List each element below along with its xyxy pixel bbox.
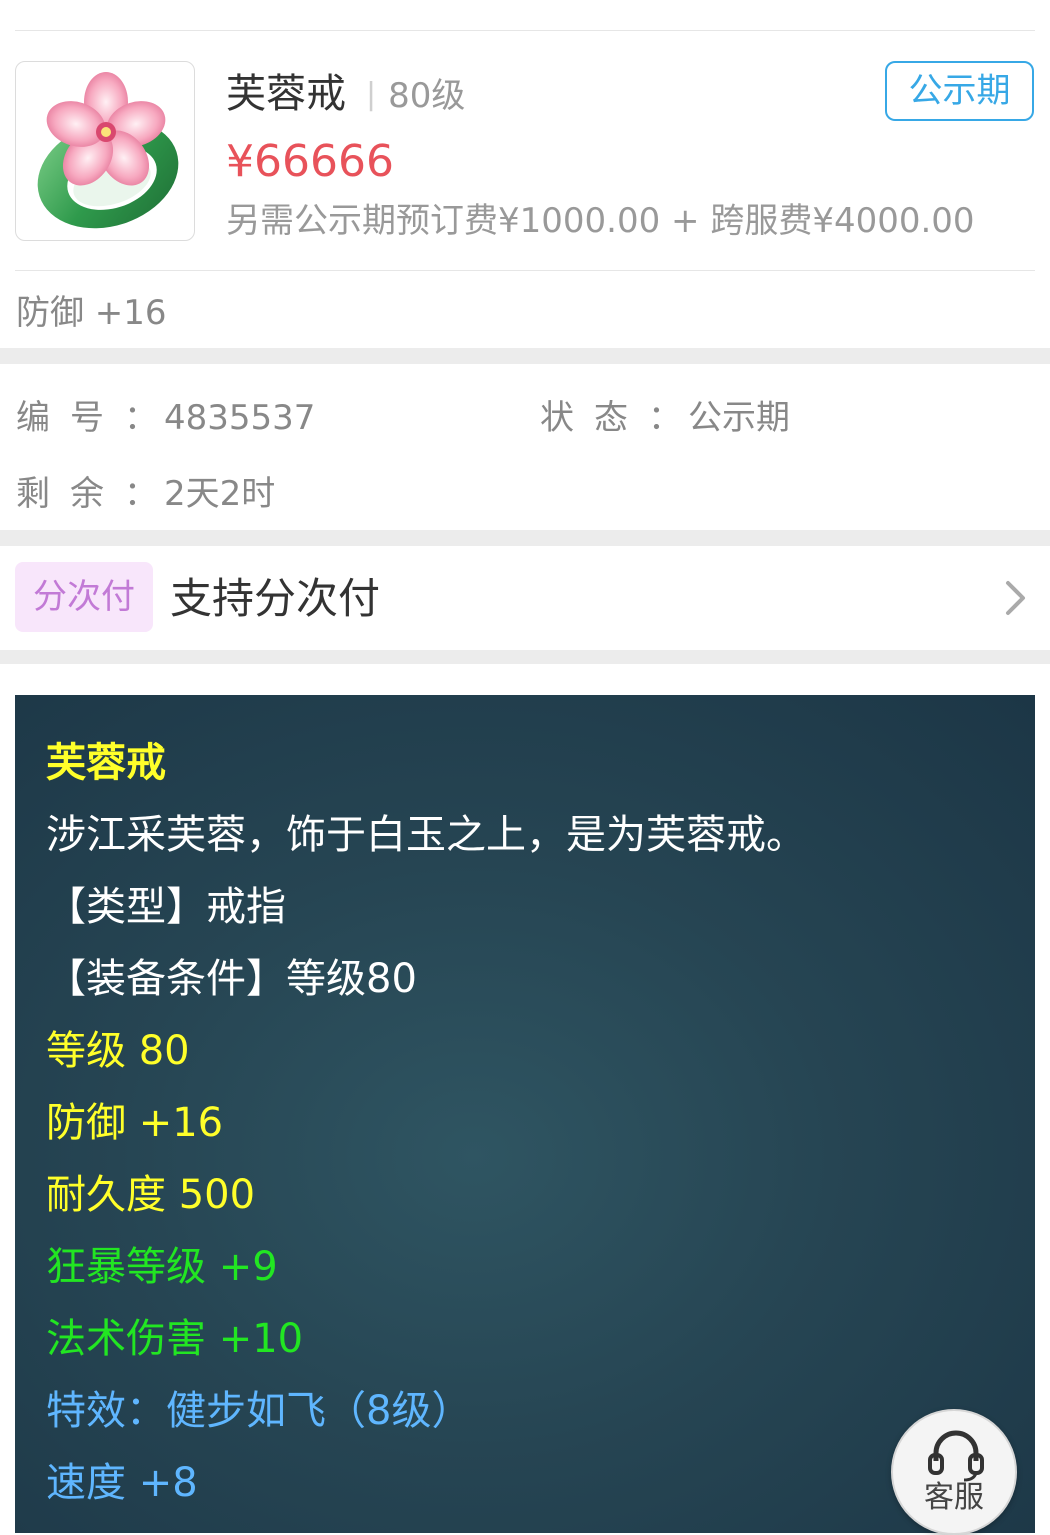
desc-stat-level: 等级 80 [46,1028,190,1074]
item-description-panel: 芙蓉戒 涉江采芙蓉，饰于白玉之上，是为芙蓉戒。 【类型】戒指 【装备条件】等级8… [15,695,1035,1533]
headset-icon [928,1430,984,1482]
customer-service-label: 客服 [924,1480,984,1515]
customer-service-button[interactable]: 客服 [891,1409,1017,1535]
section-gap [0,348,1050,364]
info-status-label: 状态 [540,398,648,438]
item-name: 芙蓉戒 [226,71,346,117]
info-remaining: 剩余： 2天2时 [16,474,276,514]
info-remaining-value: 2天2时 [164,474,276,514]
info-id: 编号： 4835537 [16,398,316,438]
item-price: ¥66666 [226,136,394,187]
desc-type: 【类型】戒指 [46,884,286,930]
item-title-row: 芙蓉戒 | 80级 [226,66,465,126]
desc-item-name: 芙蓉戒 [46,740,166,786]
installment-row[interactable] [0,546,1050,650]
desc-requirement: 【装备条件】等级80 [46,956,417,1002]
info-status-value: 公示期 [688,398,790,438]
desc-flavor-text: 涉江采芙蓉，饰于白玉之上，是为芙蓉戒。 [46,812,806,858]
desc-stat-berserk: 狂暴等级 +9 [46,1244,278,1290]
item-thumbnail[interactable] [15,61,195,241]
top-divider [15,30,1035,31]
attribute-summary: 防御 +16 [16,293,167,333]
desc-stat-magic-damage: 法术伤害 +10 [46,1316,304,1362]
info-status: 状态： 公示期 [540,398,790,438]
item-level: 80级 [388,76,466,116]
card-divider [15,270,1035,271]
section-gap [0,530,1050,546]
desc-stat-speed: 速度 +8 [46,1460,198,1506]
desc-stat-defense: 防御 +16 [46,1100,224,1146]
installment-text: 支持分次付 [170,574,381,623]
info-id-value: 4835537 [164,398,316,438]
desc-stat-durability: 耐久度 500 [46,1172,256,1218]
info-id-label: 编号 [16,398,124,438]
jade-ring-with-pink-flower-icon [37,72,179,229]
info-remaining-label: 剩余 [16,474,124,514]
chevron-right-icon[interactable] [1004,580,1028,616]
status-badge: 公示期 [885,61,1034,121]
section-gap [0,650,1050,664]
title-separator: | [366,77,377,112]
installment-tag: 分次付 [15,562,153,632]
desc-special-effect: 特效：健步如飞（8级） [46,1388,472,1434]
extra-fee-note: 另需公示期预订费¥1000.00 + 跨服费¥4000.00 [226,201,975,241]
